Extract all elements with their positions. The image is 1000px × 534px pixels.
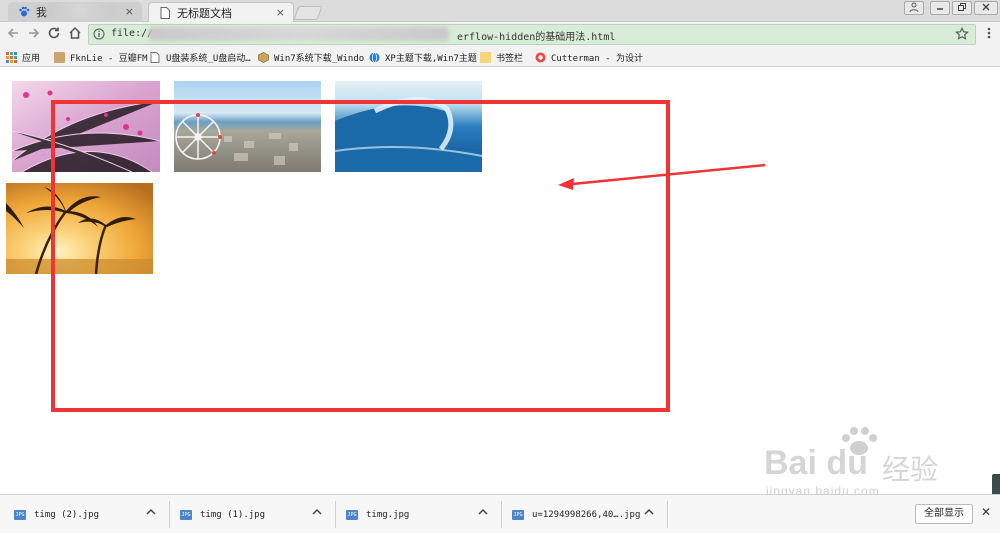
chevron-up-icon[interactable] [478,508,488,519]
baidu-jingyan-watermark: Bai du 经验 jingyan.baidu.com [764,426,954,498]
annotation-arrowhead [558,178,574,190]
show-all-downloads-button[interactable]: 全部显示 [915,504,973,524]
download-item[interactable]: JPG timg.jpg [346,495,500,534]
download-filename: timg (2).jpg [34,509,100,520]
chevron-up-icon[interactable] [644,508,654,519]
download-filename: timg (1).jpg [200,509,266,520]
close-icon[interactable]: ✕ [981,505,991,519]
download-item[interactable]: JPG timg (1).jpg [180,495,334,534]
chevron-up-icon[interactable] [146,508,156,519]
divider [335,501,336,528]
download-filename: timg.jpg [366,509,410,520]
download-item[interactable]: JPG timg (2).jpg [14,495,168,534]
downloads-bar: JPG timg (2).jpg JPG timg (1).jpg JPG ti… [0,494,1000,533]
divider [667,501,668,528]
divider [501,501,502,528]
jpg-file-icon: JPG [14,509,26,520]
divider [169,501,170,528]
jpg-file-icon: JPG [180,509,192,520]
jpg-file-icon: JPG [346,509,358,520]
download-item[interactable]: JPG u=1294998266,40….jpg [512,495,666,534]
annotation-rectangle [51,100,670,412]
jpg-file-icon: JPG [512,509,524,520]
watermark-brand: Bai du [764,444,868,482]
download-filename: u=1294998266,40….jpg [532,509,641,520]
watermark-chinese: 经验 [882,453,939,486]
chevron-up-icon[interactable] [312,508,322,519]
